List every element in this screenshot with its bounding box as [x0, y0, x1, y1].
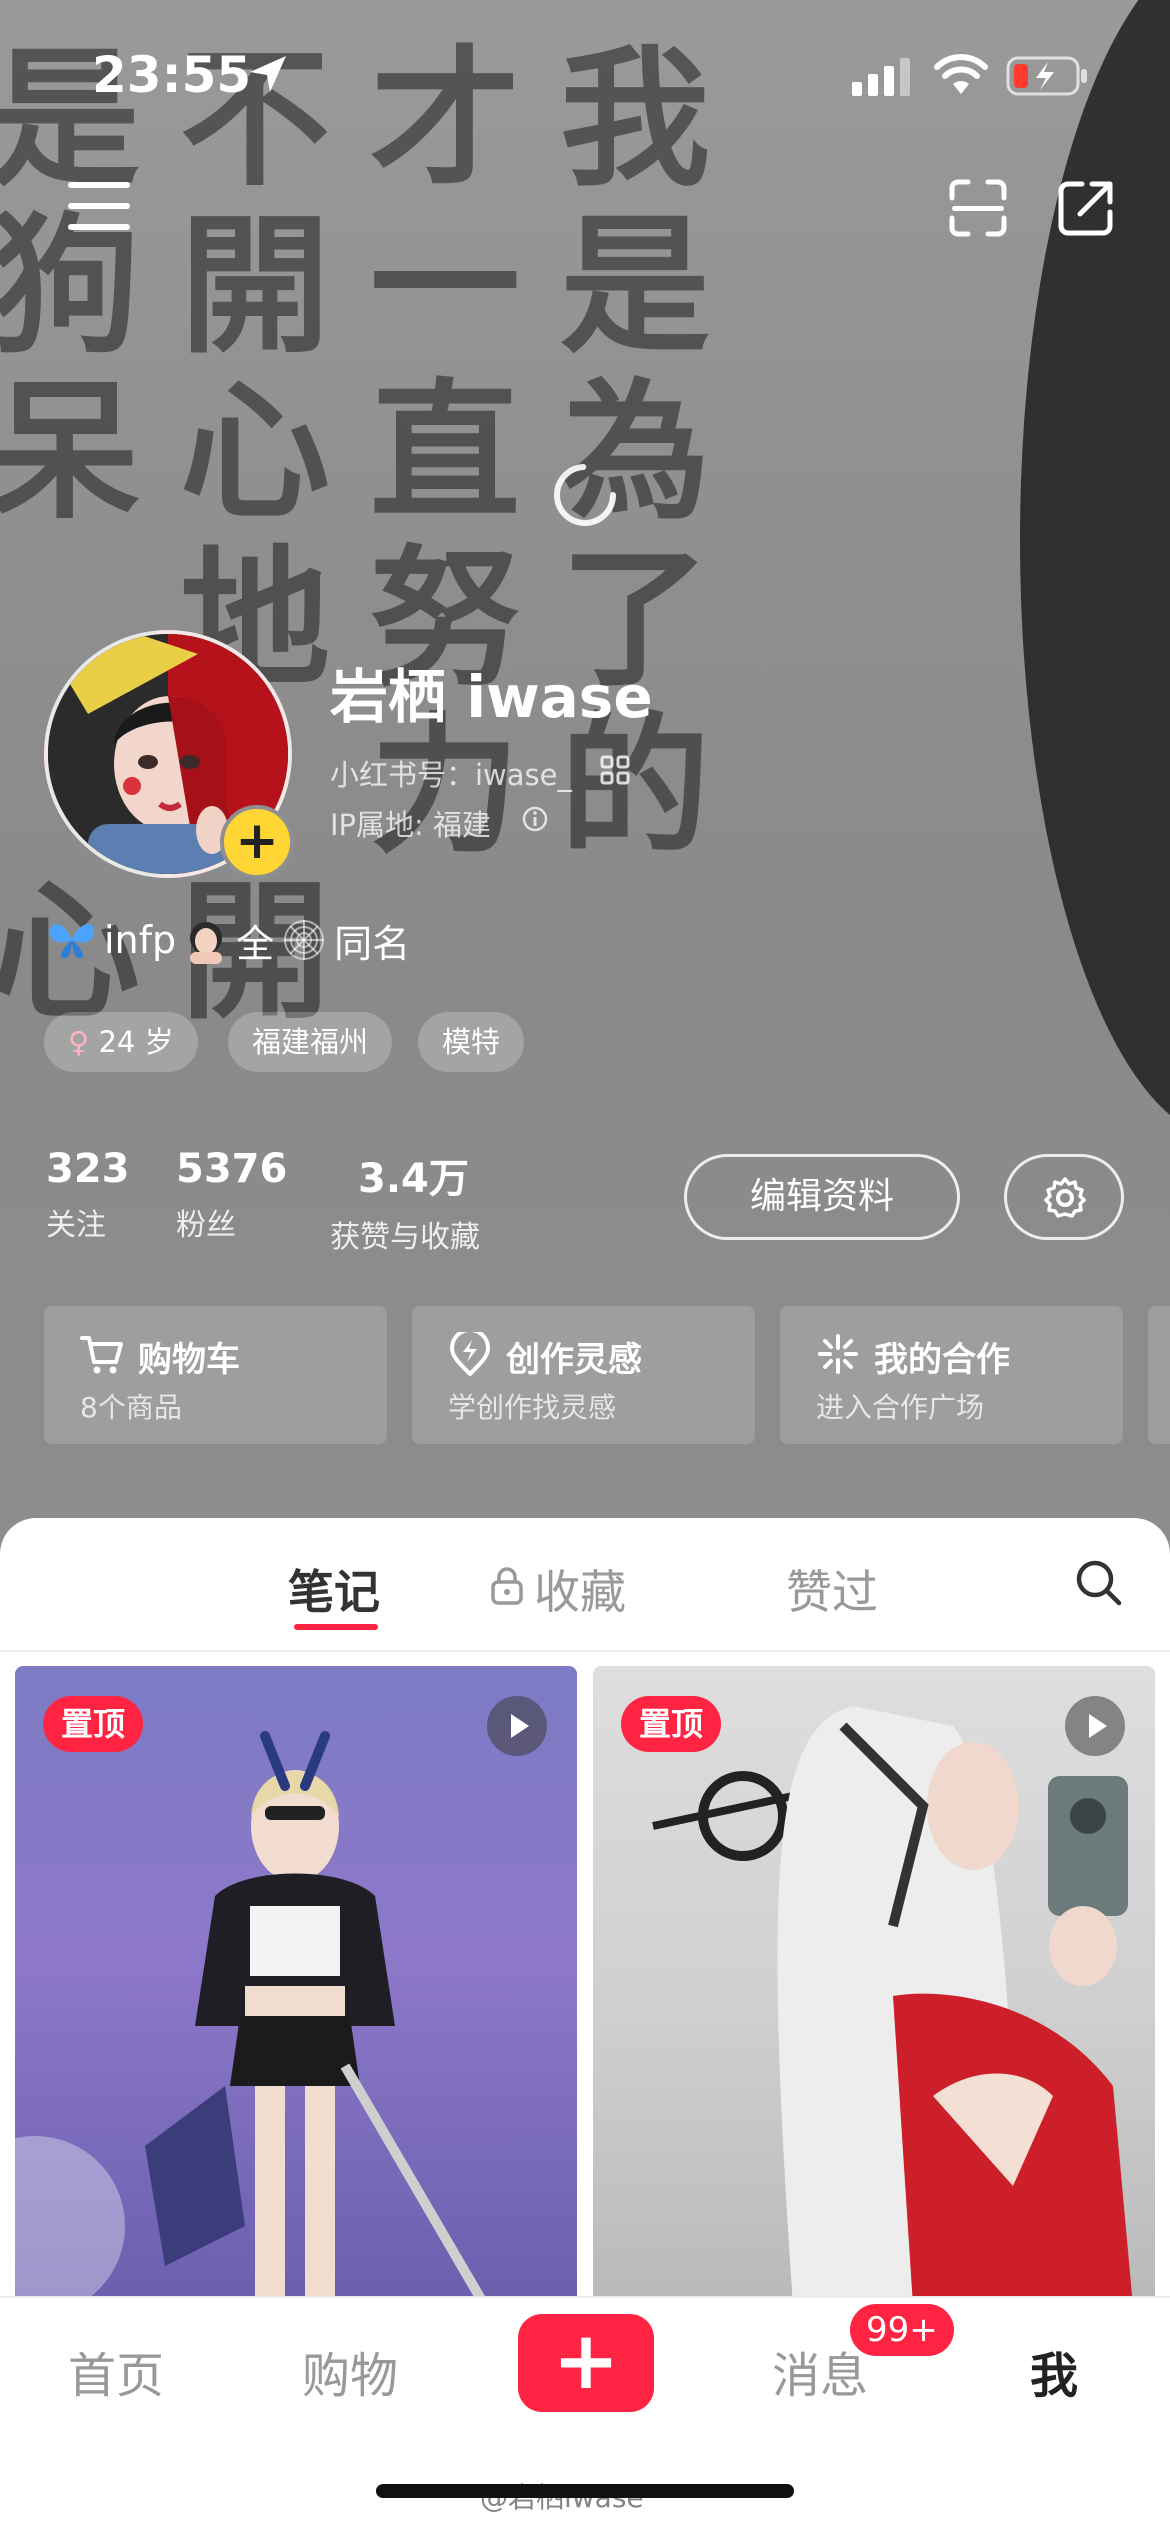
tab-collections[interactable]: 收藏	[534, 1556, 626, 1622]
calligraphy-char: 心	[179, 364, 330, 541]
card-my-collaborations[interactable]: 我的合作 进入合作广场	[780, 1306, 1123, 1444]
lightning-icon	[449, 1332, 491, 1376]
bio-text-samename: 同名	[334, 921, 411, 966]
video-play-icon	[1065, 1696, 1125, 1756]
note-card[interactable]: 置顶	[593, 1666, 1155, 2306]
note-cover-image	[652, 1706, 1133, 2306]
card-title: 购物车	[138, 1340, 240, 1380]
stat-followers[interactable]: 5376 粉丝	[176, 1146, 287, 1244]
cellular-signal-icon	[852, 58, 910, 96]
search-icon[interactable]	[1074, 1558, 1124, 1608]
loading-spinner-icon	[554, 464, 616, 526]
tab-liked[interactable]: 赞过	[786, 1556, 878, 1622]
card-creative-inspiration[interactable]: 创作灵感 学创作找灵感	[412, 1306, 755, 1444]
add-avatar-button[interactable]: +	[220, 805, 294, 879]
messages-badge: 99+	[850, 2304, 954, 2356]
active-tab-indicator	[294, 1624, 378, 1630]
video-play-icon	[487, 1696, 547, 1756]
nav-shop[interactable]: 购物	[302, 2336, 398, 2406]
wifi-icon	[934, 54, 988, 94]
female-icon: ♀	[68, 1025, 90, 1059]
tag-occupation: 模特	[418, 1012, 525, 1072]
account-id: 小红书号：iwase_	[330, 758, 572, 792]
sparkle-icon	[818, 1334, 858, 1374]
stat-following-value: 323	[46, 1146, 130, 1192]
woman-emoji-icon	[190, 922, 223, 964]
location-arrow-icon	[250, 56, 286, 92]
settings-button[interactable]	[1004, 1154, 1124, 1240]
nav-me[interactable]: 我	[1030, 2336, 1078, 2406]
bio: infp 全 同名	[46, 910, 410, 970]
pinned-badge: 置顶	[43, 1696, 144, 1752]
stat-following-label: 关注	[46, 1208, 106, 1243]
nav-home[interactable]: 首页	[68, 2336, 164, 2406]
stat-likes-value: 3.4万	[358, 1156, 469, 1202]
card-subtitle: 学创作找灵感	[448, 1391, 617, 1424]
lock-icon	[491, 1567, 523, 1605]
stat-likes-label: 获赞与收藏	[330, 1220, 480, 1255]
note-card[interactable]: 置顶	[15, 1666, 577, 2306]
profile-name: 岩栖 iwase	[330, 663, 653, 731]
battery-icon	[1006, 56, 1087, 96]
spider-web-icon	[284, 920, 325, 960]
stat-followers-value: 5376	[176, 1146, 288, 1192]
tag-age: ♀ 24 岁	[44, 1012, 198, 1072]
bio-text-all: 全	[236, 921, 275, 966]
card-subtitle: 进入合作广场	[816, 1391, 985, 1424]
card-title: 创作灵感	[506, 1340, 642, 1380]
tab-notes[interactable]: 笔记	[288, 1556, 380, 1622]
cart-icon	[80, 1336, 123, 1374]
butterfly-icon	[49, 924, 95, 959]
stat-likes[interactable]: 3.4万 获赞与收藏	[330, 1146, 480, 1256]
calligraphy-char: 才	[369, 31, 520, 207]
scan-icon[interactable]	[948, 178, 1008, 238]
nav-messages[interactable]: 消息	[772, 2336, 868, 2406]
note-cover-image	[15, 1731, 490, 2306]
calligraphy-char: 一	[369, 197, 520, 374]
tabs-divider	[0, 1650, 1170, 1652]
ip-location: IP属地: 福建	[330, 808, 492, 842]
pinned-badge: 置顶	[621, 1696, 722, 1752]
stat-following[interactable]: 323 关注	[46, 1146, 130, 1244]
menu-icon[interactable]	[68, 180, 130, 232]
card-shopping-cart[interactable]: 购物车 8个商品	[44, 1306, 387, 1444]
gear-icon	[1044, 1177, 1086, 1218]
stat-followers-label: 粉丝	[176, 1208, 236, 1243]
home-indicator	[376, 2484, 794, 2498]
calligraphy-char: 呆	[0, 364, 140, 541]
tag-age-label: 24 岁	[98, 1025, 174, 1059]
card-title: 我的合作	[874, 1340, 1010, 1380]
card-subtitle: 8个商品	[80, 1391, 182, 1424]
tag-location: 福建福州	[228, 1012, 393, 1072]
edit-profile-button[interactable]: 编辑资料	[684, 1154, 960, 1240]
calligraphy-char: 直	[369, 364, 520, 541]
share-icon[interactable]	[1056, 178, 1116, 238]
bio-mbti: infp	[104, 918, 177, 962]
calligraphy-char: 我	[559, 31, 710, 207]
calligraphy-char: 是	[559, 197, 710, 374]
calligraphy-char: 開	[179, 197, 330, 374]
background-shadow	[1020, 0, 1170, 1140]
card-next-partial[interactable]	[1148, 1306, 1170, 1444]
info-icon[interactable]	[520, 804, 550, 834]
create-post-button[interactable]: +	[518, 2314, 654, 2412]
qr-code-icon[interactable]	[600, 755, 630, 785]
status-time: 23:55	[92, 46, 252, 104]
